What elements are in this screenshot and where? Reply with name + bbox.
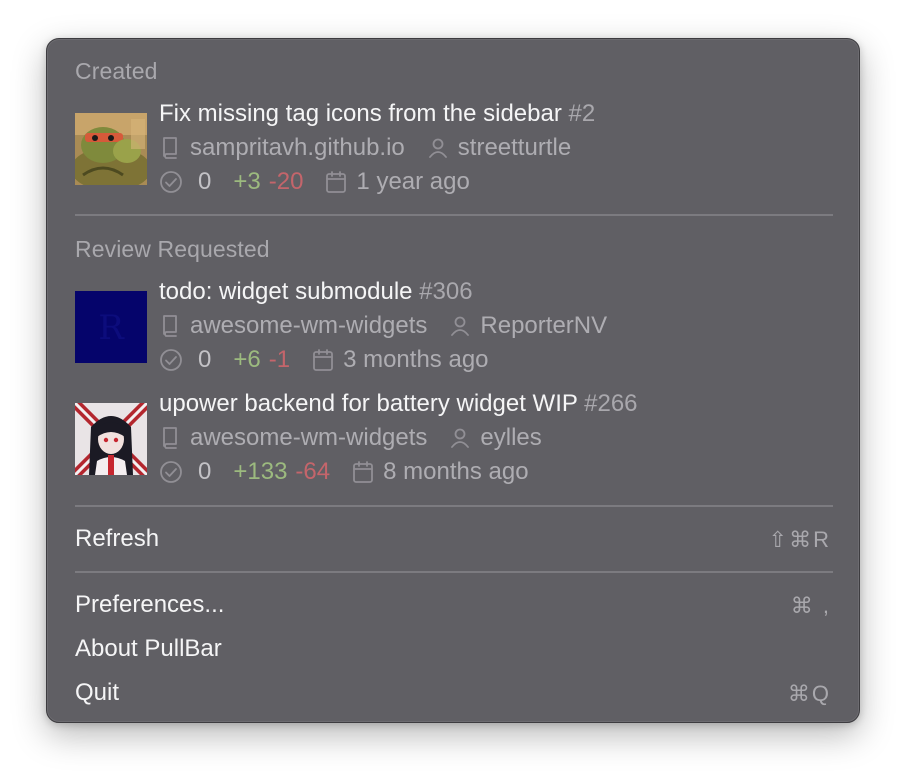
- avatar: R: [75, 291, 147, 363]
- pr-number: #266: [584, 390, 638, 417]
- approvals-count: 0: [198, 168, 212, 195]
- pr-title[interactable]: upower backend for battery widget WIP #2…: [159, 390, 638, 418]
- separator: [75, 505, 833, 507]
- pr-title[interactable]: Fix missing tag icons from the sidebar #…: [159, 100, 595, 128]
- pr-age: 8 months ago: [383, 458, 529, 485]
- pullbar-menu: Created Fix missing tag icons from the s…: [46, 38, 860, 723]
- pr-number: #306: [419, 278, 473, 305]
- quit-menu-item[interactable]: Quit: [75, 679, 119, 707]
- refresh-shortcut: ⇧⌘R: [768, 527, 831, 552]
- pr-number: #2: [568, 100, 596, 127]
- about-menu-item[interactable]: About PullBar: [75, 635, 222, 663]
- pr-title[interactable]: todo: widget submodule #306: [159, 278, 473, 306]
- repo-name: awesome-wm-widgets: [190, 312, 428, 339]
- author-name: streetturtle: [457, 134, 572, 161]
- avatar: [75, 403, 147, 475]
- anime-character-avatar-image: [75, 403, 147, 475]
- deletions-count: -64: [295, 458, 331, 485]
- repo-name: sampritavh.github.io: [190, 134, 405, 161]
- approvals-count: 0: [198, 458, 212, 485]
- preferences-menu-item[interactable]: Preferences...: [75, 591, 224, 619]
- pr-repo-line: sampritavh.github.io streetturtle: [159, 133, 571, 163]
- pr-title-text: upower backend for battery widget WIP: [159, 390, 578, 417]
- pr-stats-line: 0 +3 -20 1 year ago: [159, 167, 470, 197]
- check-circle-icon: [160, 349, 182, 371]
- quit-shortcut: ⌘Q: [787, 681, 831, 706]
- additions-count: +133: [233, 458, 288, 485]
- deletions-count: -1: [268, 346, 291, 373]
- repo-icon: [163, 315, 177, 337]
- author-name: eylles: [480, 424, 542, 451]
- pr-stats-line: 0 +133 -64 8 months ago: [159, 457, 529, 487]
- pr-title-text: Fix missing tag icons from the sidebar: [159, 100, 562, 127]
- navy-square-avatar-image: R: [75, 291, 147, 363]
- repo-icon: [163, 427, 177, 449]
- svg-text:R: R: [98, 308, 125, 348]
- refresh-menu-item[interactable]: Refresh: [75, 525, 159, 553]
- pr-repo-line: awesome-wm-widgets eylles: [159, 423, 542, 453]
- calendar-icon: [326, 171, 347, 193]
- pr-age: 1 year ago: [356, 168, 470, 195]
- person-icon: [451, 316, 470, 336]
- calendar-icon: [353, 461, 374, 483]
- repo-icon: [163, 137, 177, 159]
- approvals-count: 0: [198, 346, 212, 373]
- additions-count: +3: [233, 168, 261, 195]
- pr-stats-line: 0 +6 -1 3 months ago: [159, 345, 489, 375]
- separator: [75, 214, 833, 216]
- deletions-count: -20: [268, 168, 304, 195]
- preferences-shortcut: ⌘ ,: [790, 593, 831, 618]
- check-circle-icon: [160, 171, 182, 193]
- pr-age: 3 months ago: [343, 346, 489, 373]
- separator: [75, 571, 833, 573]
- repo-name: awesome-wm-widgets: [190, 424, 428, 451]
- avatar: [75, 113, 147, 185]
- section-title-created: Created: [75, 58, 158, 84]
- additions-count: +6: [233, 346, 261, 373]
- person-icon: [451, 428, 470, 448]
- check-circle-icon: [160, 461, 182, 483]
- person-icon: [428, 138, 447, 158]
- turtle-avatar-image: [75, 113, 147, 185]
- pr-repo-line: awesome-wm-widgets ReporterNV: [159, 311, 607, 341]
- section-title-review-requested: Review Requested: [75, 236, 270, 262]
- calendar-icon: [313, 349, 333, 371]
- pr-title-text: todo: widget submodule: [159, 278, 413, 305]
- author-name: ReporterNV: [480, 312, 608, 339]
